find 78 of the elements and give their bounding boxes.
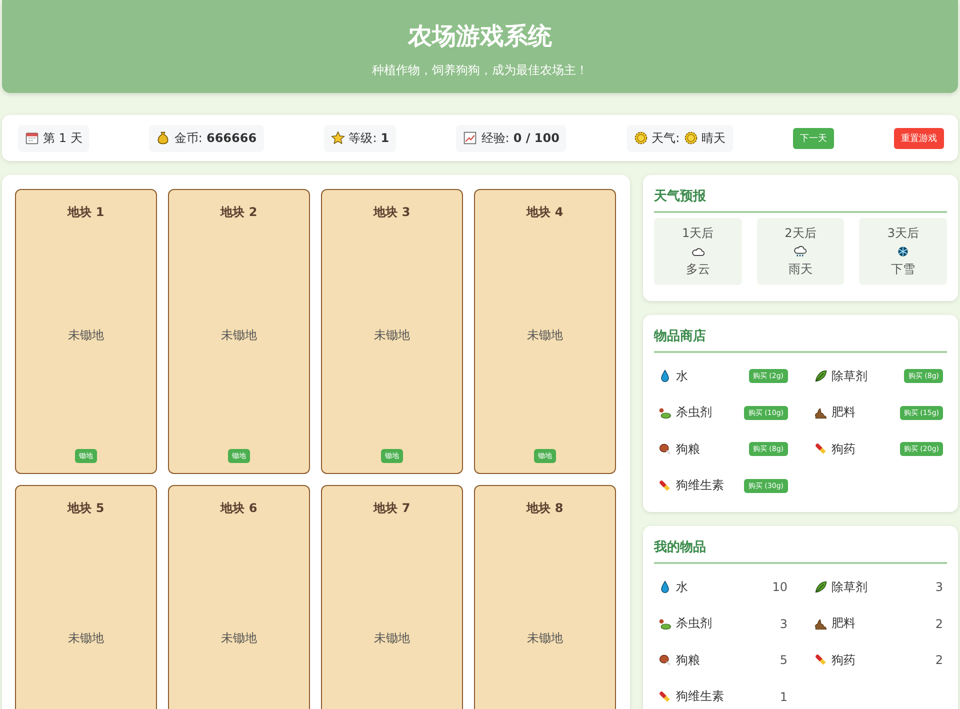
app-title: 农场游戏系统 (406, 21, 553, 52)
forecast-weather: 雨天 (788, 261, 812, 278)
item-name: 肥料 (832, 404, 856, 422)
reset-button[interactable]: 重置游戏 (894, 128, 944, 148)
item-name: 狗药 (832, 440, 856, 458)
section-title: 我的物品 (654, 538, 947, 564)
plot-status: 未锄地 (374, 326, 410, 344)
item-name: 狗粮 (676, 652, 701, 669)
rain-cloud-icon (793, 246, 808, 257)
plot-status: 未锄地 (221, 630, 257, 646)
plot-status: 未锄地 (527, 326, 563, 344)
stat-label: 第 1 天 (43, 130, 82, 146)
next-day-button[interactable]: 下一天 (792, 128, 834, 148)
pill-icon (658, 478, 672, 493)
item-name: 狗粮 (676, 440, 701, 458)
item-name: 狗维生素 (676, 477, 725, 494)
item-count: 2 (935, 616, 943, 631)
stat-label: 金币: (174, 130, 202, 146)
app-subtitle: 种植作物，饲养狗狗，成为最佳农场主！ (371, 62, 589, 79)
plot-title: 地块 8 (526, 500, 564, 517)
pill-icon (658, 690, 672, 704)
plot-title: 地块 2 (220, 204, 258, 221)
item-name: 杀虫剂 (676, 615, 713, 632)
plot-title: 地块 1 (68, 204, 104, 221)
star-icon (330, 131, 345, 145)
droplet-icon (658, 580, 672, 594)
stat-label: 等级: (348, 130, 377, 146)
forecast-weather: 多云 (686, 261, 710, 278)
plot-status: 未锄地 (527, 630, 563, 646)
item-count: 5 (780, 653, 788, 668)
droplet-icon (658, 369, 672, 384)
poop-icon (814, 616, 828, 631)
item-count: 10 (772, 580, 788, 594)
plot-status: 未锄地 (374, 630, 410, 646)
leaf-icon (814, 580, 828, 594)
item-name: 肥料 (832, 615, 856, 632)
poop-icon (814, 406, 828, 420)
item-name: 狗维生素 (676, 688, 725, 706)
stat-label: 天气: (652, 130, 680, 146)
item-name: 水 (676, 368, 689, 385)
plot-title: 地块 4 (526, 204, 564, 221)
plot-status: 未锄地 (68, 630, 104, 646)
stat-value: 晴天 (702, 130, 726, 146)
money-bag-icon (156, 131, 170, 145)
cloud-icon (690, 246, 705, 257)
item-count: 3 (780, 616, 788, 631)
pill-icon (814, 442, 828, 456)
stat-value: 1 (380, 131, 390, 145)
plot-status: 未锄地 (221, 326, 257, 344)
forecast-weather: 下雪 (891, 261, 916, 278)
chart-icon (463, 131, 478, 145)
plot-title: 地块 5 (68, 500, 104, 517)
plot-title: 地块 6 (220, 500, 258, 517)
plot-title: 地块 7 (374, 500, 410, 517)
forecast-day: 2天后 (784, 225, 816, 242)
item-name: 除草剂 (832, 578, 868, 596)
snowflake-icon (896, 246, 910, 257)
stat-label: 经验: (481, 130, 510, 146)
section-title: 天气预报 (654, 187, 947, 213)
stat-value: 666666 (206, 131, 257, 145)
plot-title: 地块 3 (374, 204, 410, 221)
forecast-day: 3天后 (887, 225, 919, 242)
item-name: 水 (676, 578, 689, 596)
section-title: 物品商店 (654, 327, 947, 353)
pill-icon (814, 653, 828, 668)
item-name: 除草剂 (832, 368, 868, 385)
sun-icon (634, 131, 648, 145)
item-name: 狗药 (832, 652, 856, 669)
plot-status: 未锄地 (68, 326, 104, 344)
stat-value: 0 / 100 (513, 131, 560, 145)
calendar-icon (25, 131, 39, 145)
sun-icon (684, 131, 698, 145)
item-count: 3 (935, 580, 943, 594)
item-count: 1 (780, 690, 788, 704)
item-count: 2 (935, 653, 943, 668)
forecast-day: 1天后 (682, 225, 714, 242)
item-name: 杀虫剂 (676, 404, 713, 422)
leaf-icon (814, 369, 828, 384)
